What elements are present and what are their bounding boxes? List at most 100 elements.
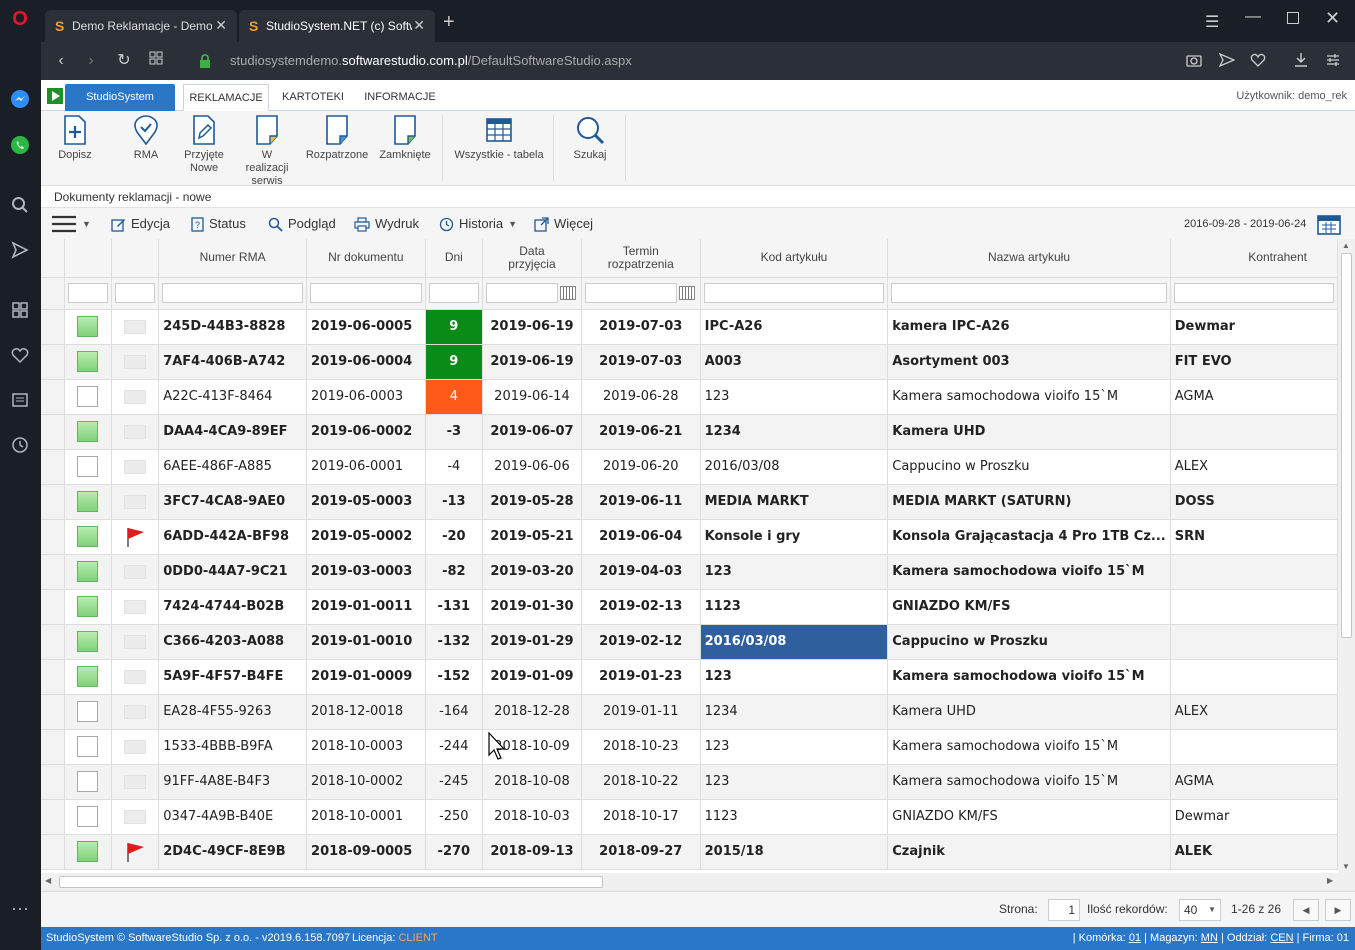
- row-checkbox[interactable]: [77, 596, 99, 617]
- print-button[interactable]: Wydruk: [354, 214, 419, 234]
- col-header-days[interactable]: Dni: [425, 239, 484, 278]
- cell-doc[interactable]: 2019-05-0002: [306, 519, 426, 555]
- cell-days[interactable]: -20: [425, 519, 484, 555]
- cell-name[interactable]: Cappucino w Proszku: [887, 624, 1171, 660]
- app-tab-studiosystem[interactable]: StudioSystem: [65, 84, 175, 111]
- cell-name[interactable]: Kamera samochodowa vioifo 15`M: [887, 659, 1171, 695]
- table-row[interactable]: 1533-4BBB-B9FA 2018-10-0003 -244 2018-10-09…: [41, 729, 1338, 765]
- flag-placeholder-icon[interactable]: [124, 809, 147, 824]
- cell-link[interactable]: 01: [1129, 932, 1141, 944]
- cell-doc[interactable]: 2019-03-0003: [306, 554, 426, 590]
- close-tab-icon[interactable]: ✕: [413, 17, 425, 34]
- cell-party[interactable]: [1170, 414, 1338, 450]
- ribbon-all-table-button[interactable]: Wszystkie - tabela: [451, 115, 547, 183]
- cell-days[interactable]: -152: [425, 659, 484, 695]
- ribbon-add-button[interactable]: Dopisz: [47, 115, 103, 183]
- downloads-icon[interactable]: [1293, 52, 1309, 71]
- row-indicator[interactable]: [41, 589, 65, 625]
- cell-term[interactable]: 2018-10-17: [581, 799, 701, 835]
- cell-days[interactable]: -4: [425, 449, 484, 485]
- cell-days[interactable]: -131: [425, 589, 484, 625]
- cell-doc[interactable]: 2019-01-0010: [306, 624, 426, 660]
- flag-placeholder-icon[interactable]: [124, 774, 147, 789]
- flag-placeholder-icon[interactable]: [124, 704, 147, 719]
- red-flag-icon[interactable]: [124, 527, 146, 547]
- cell-days[interactable]: -3: [425, 414, 484, 450]
- cell-rma[interactable]: 1533-4BBB-B9FA: [158, 729, 308, 765]
- cell-rma[interactable]: EA28-4F55-9263: [158, 694, 308, 730]
- ribbon-closed-button[interactable]: Zamknięte: [377, 115, 433, 183]
- branch-link[interactable]: CEN: [1270, 932, 1293, 944]
- cell-date[interactable]: 2019-01-29: [482, 624, 582, 660]
- table-row[interactable]: 6ADD-442A-BF98 2019-05-0002 -20 2019-05-21 2…: [41, 519, 1338, 555]
- cell-days[interactable]: -244: [425, 729, 484, 765]
- row-indicator[interactable]: [41, 554, 65, 590]
- cell-term[interactable]: 2019-06-20: [581, 449, 701, 485]
- opera-logo-icon[interactable]: O: [9, 8, 31, 30]
- flag-placeholder-icon[interactable]: [124, 599, 147, 614]
- close-tab-icon[interactable]: ✕: [215, 17, 227, 34]
- cell-name[interactable]: MEDIA MARKT (SATURN): [887, 484, 1171, 520]
- cell-doc[interactable]: 2019-01-0011: [306, 589, 426, 625]
- url-field[interactable]: studiosystemdemo.softwarestudio.com.pl/D…: [230, 53, 632, 68]
- cell-code[interactable]: 1123: [700, 799, 889, 835]
- row-checkbox[interactable]: [77, 386, 99, 407]
- flag-placeholder-icon[interactable]: [124, 634, 147, 649]
- filter-rma-input[interactable]: [162, 283, 304, 303]
- cell-name[interactable]: Kamera samochodowa vioifo 15`M: [887, 554, 1171, 590]
- status-button[interactable]: ? Status: [191, 214, 246, 234]
- table-row[interactable]: 7424-4744-B02B 2019-01-0011 -131 2019-01-30…: [41, 589, 1338, 625]
- filter-flag-input[interactable]: [114, 283, 156, 303]
- cell-rma[interactable]: 7424-4744-B02B: [158, 589, 308, 625]
- cell-doc[interactable]: 2019-06-0005: [306, 309, 426, 345]
- cell-code[interactable]: 123: [700, 659, 889, 695]
- row-indicator[interactable]: [41, 764, 65, 800]
- table-row[interactable]: 0DD0-44A7-9C21 2019-03-0003 -82 2019-03-20 2…: [41, 554, 1338, 590]
- cell-term[interactable]: 2019-01-11: [581, 694, 701, 730]
- cell-days[interactable]: 4: [425, 379, 484, 415]
- cell-term[interactable]: 2018-10-23: [581, 729, 701, 765]
- cell-name[interactable]: Asortyment 003: [887, 344, 1171, 380]
- row-checkbox[interactable]: [77, 316, 99, 337]
- minimize-button[interactable]: —: [1245, 8, 1261, 26]
- cell-rma[interactable]: A22C-413F-8464: [158, 379, 308, 415]
- cell-rma[interactable]: 0DD0-44A7-9C21: [158, 554, 308, 590]
- grid-menu-button[interactable]: ▼: [51, 214, 91, 234]
- tab-demo-reklamacje[interactable]: S Demo Reklamacje - Demo ✕: [45, 10, 237, 42]
- filter-name-input[interactable]: [891, 283, 1167, 303]
- cell-code[interactable]: MEDIA MARKT: [700, 484, 889, 520]
- cell-rma[interactable]: 2D4C-49CF-8E9B: [158, 834, 308, 870]
- row-indicator[interactable]: [41, 694, 65, 730]
- cell-rma[interactable]: 3FC7-4CA8-9AE0: [158, 484, 308, 520]
- calendar-icon[interactable]: [678, 286, 695, 300]
- calendar-icon[interactable]: [1317, 213, 1341, 238]
- snapshot-camera-icon[interactable]: [1186, 53, 1202, 70]
- row-checkbox[interactable]: [77, 631, 99, 652]
- col-header-doc[interactable]: Nr dokumentu: [306, 239, 426, 278]
- flag-placeholder-icon[interactable]: [124, 389, 147, 404]
- cell-doc[interactable]: 2018-09-0005: [306, 834, 426, 870]
- row-checkbox[interactable]: [77, 526, 99, 547]
- row-checkbox[interactable]: [77, 351, 99, 372]
- secure-lock-icon[interactable]: [199, 54, 211, 71]
- flag-placeholder-icon[interactable]: [124, 564, 147, 579]
- tabs-overview-icon[interactable]: [146, 51, 166, 71]
- cell-code[interactable]: 123: [700, 764, 889, 800]
- cell-party[interactable]: [1170, 659, 1338, 695]
- table-row[interactable]: 5A9F-4F57-B4FE 2019-01-0009 -152 2019-01-09…: [41, 659, 1338, 695]
- cell-party[interactable]: AGMA: [1170, 764, 1338, 800]
- cell-doc[interactable]: 2019-05-0003: [306, 484, 426, 520]
- send-icon[interactable]: [9, 241, 31, 263]
- cell-code[interactable]: Konsole i gry: [700, 519, 889, 555]
- whatsapp-icon[interactable]: [9, 135, 31, 157]
- cell-code[interactable]: 123: [700, 379, 889, 415]
- row-checkbox[interactable]: [77, 771, 99, 792]
- cell-party[interactable]: [1170, 729, 1338, 765]
- cell-rma[interactable]: 6ADD-442A-BF98: [158, 519, 308, 555]
- col-header-code[interactable]: Kod artykułu: [700, 239, 889, 278]
- cell-name[interactable]: Kamera samochodowa vioifo 15`M: [887, 764, 1171, 800]
- row-checkbox[interactable]: [77, 806, 99, 827]
- horizontal-scrollbar[interactable]: ◀ ▶: [41, 873, 1355, 891]
- cell-code[interactable]: IPC-A26: [700, 309, 889, 345]
- cell-code[interactable]: 2016/03/08: [700, 449, 889, 485]
